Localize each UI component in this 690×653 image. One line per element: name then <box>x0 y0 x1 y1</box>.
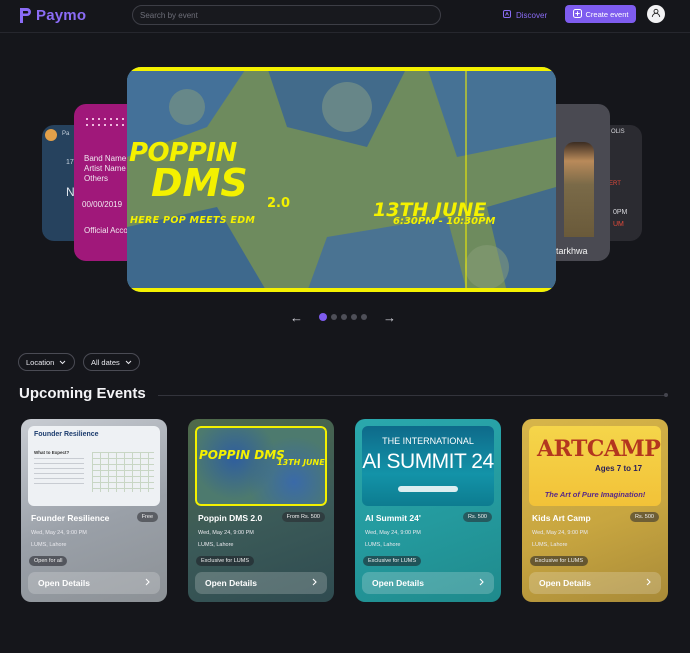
chevron-right-icon <box>312 578 317 588</box>
event-location: LUMS, Lahore <box>198 542 234 548</box>
banner-version: 2.0 <box>267 196 291 211</box>
access-badge: Exclusive for LUMS <box>530 556 588 566</box>
plus-square-icon <box>572 8 582 20</box>
prev-arrow-icon[interactable]: ← <box>290 311 303 324</box>
card-text: 00/00/2019 <box>82 200 123 209</box>
thumb-grid <box>92 452 154 492</box>
event-location: LUMS, Lahore <box>532 542 568 548</box>
compass-icon <box>502 9 512 21</box>
carousel-controls: ← → <box>290 310 396 324</box>
card-text: Band Name <box>84 154 127 163</box>
thumb-tagline: The Art of Pure Imagination! <box>544 490 646 499</box>
event-date: Wed, May 24, 9:00 PM <box>198 530 254 536</box>
chevron-right-icon <box>646 578 651 588</box>
event-title: Poppin DMS 2.0 <box>198 513 263 523</box>
main-banner[interactable]: POPPIN DMS 2.0 HERE POP MEETS EDM 13TH J… <box>127 67 556 292</box>
discover-label: Discover <box>516 10 548 20</box>
carousel-dot[interactable] <box>361 314 367 320</box>
price-badge: From Rs. 500 <box>281 512 325 522</box>
card-text: Pa <box>62 131 70 137</box>
event-card[interactable]: ARTCAMP Ages 7 to 17 The Art of Pure Ima… <box>522 419 668 602</box>
access-badge: Open for all <box>29 556 68 566</box>
open-details-button[interactable]: Open Details <box>195 572 327 594</box>
paymo-logo-icon <box>18 7 32 24</box>
chevron-right-icon <box>145 578 150 588</box>
open-details-label: Open Details <box>205 578 257 588</box>
price-badge: Rs. 500 <box>630 512 659 522</box>
thumb-subtitle: AI SUMMIT 24 <box>362 450 494 473</box>
event-card[interactable]: THE INTERNATIONAL AI SUMMIT 24 AI Summit… <box>355 419 501 602</box>
event-date: Wed, May 24, 9:00 PM <box>365 530 421 536</box>
thumb-title: ARTCAMP <box>537 436 661 462</box>
event-card[interactable]: Founder Resilience What to Expect? Found… <box>21 419 167 602</box>
discover-link[interactable]: Discover <box>502 9 547 21</box>
chevron-right-icon <box>479 578 484 588</box>
event-thumbnail: POPPIN DMS 13TH JUNE <box>195 426 327 506</box>
event-thumbnail: ARTCAMP Ages 7 to 17 The Art of Pure Ima… <box>529 426 661 506</box>
card-text: Artist Name <box>84 164 126 173</box>
card-text: Official Acco <box>84 226 128 235</box>
user-avatar[interactable] <box>647 5 665 23</box>
open-details-button[interactable]: Open Details <box>529 572 661 594</box>
carousel-dot[interactable] <box>331 314 337 320</box>
thumb-subtitle: Ages 7 to 17 <box>595 464 643 473</box>
event-thumbnail: THE INTERNATIONAL AI SUMMIT 24 <box>362 426 494 506</box>
event-thumbnail: Founder Resilience What to Expect? <box>28 426 160 506</box>
featured-carousel: Pa 17 N Band Name Artist Name Others 00/… <box>0 34 690 334</box>
access-badge: Exclusive for LUMS <box>196 556 254 566</box>
card-text: 0PM <box>613 209 628 216</box>
next-arrow-icon[interactable]: → <box>383 311 396 324</box>
card-text: UM <box>613 221 624 228</box>
paymo-logo[interactable]: Paymo <box>18 6 86 24</box>
thumb-title: THE INTERNATIONAL <box>382 436 474 446</box>
card-text: tarkhwa <box>556 246 588 256</box>
banner-title-2: DMS <box>151 161 248 205</box>
carousel-dot[interactable] <box>351 314 357 320</box>
access-badge: Exclusive for LUMS <box>363 556 421 566</box>
thumb-lines <box>34 458 84 486</box>
event-title: AI Summit 24' <box>365 513 421 523</box>
carousel-dot[interactable] <box>319 313 327 321</box>
event-title: Founder Resilience <box>31 513 110 523</box>
avatar-icon <box>45 129 57 141</box>
create-event-button[interactable]: Create event <box>565 5 636 23</box>
price-badge: Free <box>136 512 158 522</box>
thumb-subtitle: What to Expect? <box>34 450 70 455</box>
carousel-dots <box>319 313 367 321</box>
event-location: LUMS, Lahore <box>31 542 67 548</box>
dates-filter[interactable]: All dates <box>83 353 140 371</box>
banner-tagline: HERE POP MEETS EDM <box>130 215 256 226</box>
chevron-down-icon <box>125 358 132 367</box>
section-title: Upcoming Events <box>19 385 146 402</box>
banner-time: 6:30PM - 10:30PM <box>393 216 496 227</box>
top-nav: Paymo Discover Create event <box>0 0 690 33</box>
open-details-button[interactable]: Open Details <box>28 572 160 594</box>
create-event-label: Create event <box>585 9 629 19</box>
open-details-label: Open Details <box>372 578 424 588</box>
event-location: LUMS, Lahore <box>365 542 401 548</box>
card-text: OLIS <box>611 129 625 135</box>
card-text: Others <box>84 174 109 183</box>
carousel-dot[interactable] <box>341 314 347 320</box>
search-input[interactable] <box>132 5 441 25</box>
section-divider <box>158 393 668 397</box>
chevron-down-icon <box>59 358 66 367</box>
location-filter[interactable]: Location <box>18 353 75 371</box>
dates-filter-label: All dates <box>91 357 120 367</box>
thumb-title: Founder Resilience <box>34 431 99 438</box>
event-title: Kids Art Camp <box>532 513 591 523</box>
open-details-label: Open Details <box>539 578 591 588</box>
event-date: Wed, May 24, 9:00 PM <box>532 530 588 536</box>
event-card[interactable]: POPPIN DMS 13TH JUNE Poppin DMS 2.0 From… <box>188 419 334 602</box>
location-filter-label: Location <box>26 357 55 367</box>
user-icon <box>651 5 661 23</box>
speaker-photo <box>564 142 594 237</box>
app-name: Paymo <box>36 6 87 24</box>
event-date: Wed, May 24, 9:00 PM <box>31 530 87 536</box>
card-text: ERT <box>609 181 621 187</box>
price-badge: Rs. 500 <box>463 512 492 522</box>
open-details-label: Open Details <box>38 578 90 588</box>
card-text: 17 <box>66 159 74 166</box>
open-details-button[interactable]: Open Details <box>362 572 494 594</box>
